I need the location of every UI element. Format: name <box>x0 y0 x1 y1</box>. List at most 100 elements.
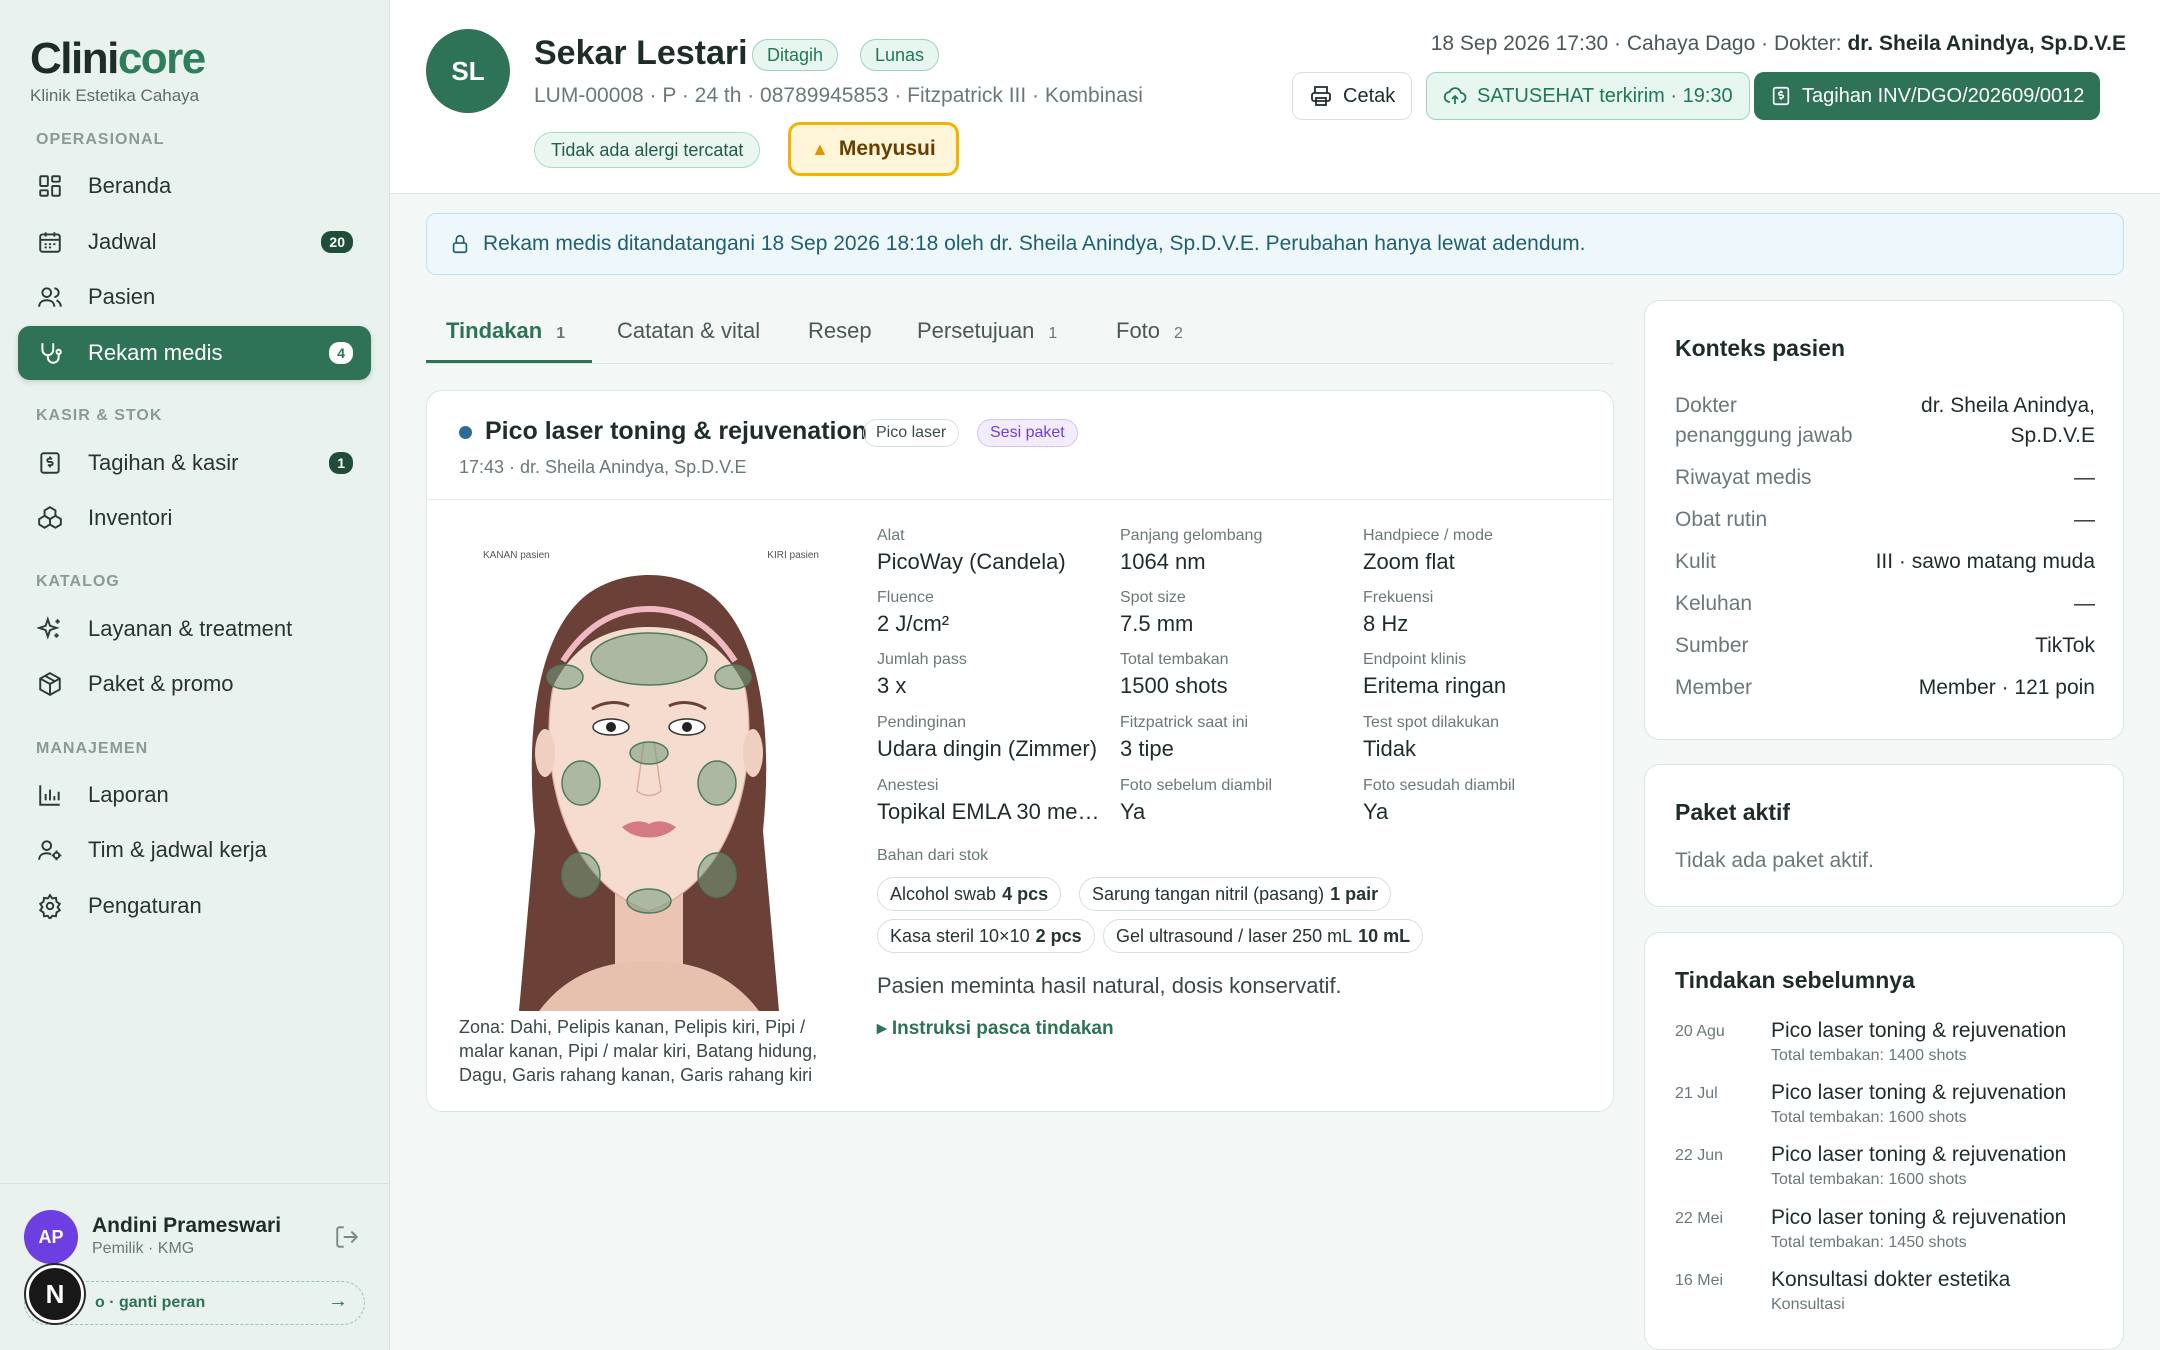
zone-batang-hidung <box>629 741 669 765</box>
sidebar: Clinicore Klinik Estetika Cahaya OPERASI… <box>0 0 390 1350</box>
zone-rahang-kanan <box>561 852 601 898</box>
sidebar-item-jadwal[interactable]: Jadwal 20 <box>18 215 371 269</box>
card-title: Tindakan sebelumnya <box>1675 967 1915 993</box>
param-fitzpatrick: Fitzpatrick saat ini 3 tipe <box>1120 714 1249 761</box>
param-alat: Alat PicoWay (Candela) <box>877 527 1066 574</box>
user-cog-icon <box>36 836 64 864</box>
sparkles-icon <box>36 615 64 643</box>
count-badge: 20 <box>321 231 353 253</box>
card-title: Konteks pasien <box>1675 335 1845 361</box>
user-name: Andini Prameswari <box>92 1214 282 1237</box>
sidebar-item-label: Beranda <box>88 173 172 198</box>
param-pendinginan: Pendinginan Udara dingin (Zimmer) <box>877 714 1098 761</box>
sidebar-item-label: Jadwal <box>88 229 157 254</box>
sidebar-item-label: Pengaturan <box>88 893 202 918</box>
active-tab-indicator <box>426 360 592 363</box>
print-button[interactable]: Cetak <box>1292 72 1413 120</box>
sidebar-item-layanan[interactable]: Layanan & treatment <box>18 602 371 656</box>
divider <box>427 499 1613 500</box>
brand-subtitle: Klinik Estetika Cahaya <box>30 86 200 105</box>
param-frekuensi: Frekuensi 8 Hz <box>1363 589 1434 636</box>
active-package-card: Paket aktif Tidak ada paket aktif. <box>1644 764 2124 907</box>
sidebar-item-inventori[interactable]: Inventori <box>18 491 371 545</box>
patient-header: SL Sekar Lestari Ditagih Lunas LUM-00008… <box>390 0 2160 194</box>
param-foto-sebelum: Foto sebelum diambil Ya <box>1120 777 1273 824</box>
param-endpoint: Endpoint klinis Eritema ringan <box>1363 651 1507 698</box>
lock-icon <box>449 233 483 255</box>
zone-pelipis-kanan <box>546 664 584 690</box>
allergy-badge: Tidak ada alergi tercatat <box>534 132 761 168</box>
post-treatment-instructions-toggle[interactable]: ▸ Instruksi pasca tindakan <box>877 1017 1114 1040</box>
section-label-operasional: OPERASIONAL <box>36 131 165 148</box>
overlay-n-button[interactable]: N <box>26 1265 84 1323</box>
sidebar-item-label: Inventori <box>88 505 173 530</box>
stock-chip: Alcohol swab 4 pcs <box>877 877 1062 911</box>
sidebar-item-label: Rekam medis <box>88 340 223 365</box>
stethoscope-icon <box>36 339 64 367</box>
sidebar-item-pengaturan[interactable]: Pengaturan <box>18 879 371 933</box>
dashboard-icon <box>36 172 64 200</box>
settings-icon <box>36 892 64 920</box>
previous-treatments-card: Tindakan sebelumnya 20 Agu Pico laser ton… <box>1644 932 2124 1350</box>
zone-rahang-kiri <box>697 852 737 898</box>
sidebar-item-tim[interactable]: Tim & jadwal kerja <box>18 823 371 877</box>
users-icon <box>36 283 64 311</box>
count-badge: 4 <box>329 342 353 364</box>
patient-context-card: Konteks pasien Dokter penanggung jawab dr… <box>1644 300 2124 740</box>
sidebar-item-label: Laporan <box>88 782 169 807</box>
sidebar-item-pasien[interactable]: Pasien <box>18 270 371 324</box>
bar-chart-icon <box>36 781 64 809</box>
sidebar-item-beranda[interactable]: Beranda <box>18 159 371 213</box>
section-label-kasir: KASIR & STOK <box>36 407 163 424</box>
receipt-icon <box>36 449 64 477</box>
treatment-note: Pasien meminta hasil natural, dosis kons… <box>877 973 1342 998</box>
logout-icon[interactable] <box>334 1224 360 1250</box>
sidebar-item-label: Pasien <box>88 284 156 309</box>
stock-chip: Gel ultrasound / laser 250 mL 10 mL <box>1103 919 1424 953</box>
treatment-card: Pico laser toning & rejuvenation Pico la… <box>426 390 1614 1112</box>
patient-meta: LUM-00008 · P · 24 th · 08789945853 · Fi… <box>534 84 1143 107</box>
record-tabs: Tindakan 1 Catatan & vital Resep Persetuj… <box>426 302 1614 364</box>
warning-icon: ▲ <box>811 138 829 159</box>
patient-avatar: SL <box>426 29 510 113</box>
tab-tindakan[interactable]: Tindakan 1 <box>446 318 565 344</box>
cloud-upload-icon <box>1443 84 1477 108</box>
context-row: Dokter penanggung jawab dr. Sheila Anindy… <box>1675 394 2095 447</box>
tab-catatan-vital[interactable]: Catatan & vital <box>617 318 760 344</box>
brand-logo[interactable]: Clinicore <box>30 34 206 84</box>
tab-persetujuan[interactable]: Persetujuan 1 <box>917 318 1057 344</box>
face-zone-diagram: KANAN pasien KIRI pasien <box>459 531 839 1011</box>
sidebar-item-paket[interactable]: Paket & promo <box>18 657 371 711</box>
empty-state: Tidak ada paket aktif. <box>1675 849 1874 872</box>
satusehat-status-button[interactable]: SATUSEHAT terkirim · 19:30 <box>1426 72 1750 120</box>
section-label-manajemen: MANAJEMEN <box>36 740 149 757</box>
treatment-title: Pico laser toning & rejuvenation <box>485 417 868 445</box>
alert-badge-menyusui[interactable]: ▲ Menyusui <box>788 122 959 176</box>
tab-foto[interactable]: Foto 2 <box>1116 318 1183 344</box>
receipt-icon <box>1770 85 1802 107</box>
param-test-spot: Test spot dilakukan Tidak <box>1363 714 1500 761</box>
stock-chip: Kasa steril 10×10 2 pcs <box>877 919 1095 953</box>
arrow-right-icon: → <box>328 1290 348 1312</box>
user-role: Pemilik · KMG <box>92 1240 195 1257</box>
invoice-button[interactable]: Tagihan INV/DGO/202609/0012 <box>1754 72 2101 120</box>
zone-pipi-kiri <box>697 760 737 806</box>
zone-list: Zona: Dahi, Pelipis kanan, Pelipis kiri,… <box>459 1017 818 1085</box>
sidebar-item-rekam-medis[interactable]: Rekam medis 4 <box>18 326 371 380</box>
sidebar-item-label: Tagihan & kasir <box>88 450 239 475</box>
sidebar-item-label: Paket & promo <box>88 671 234 696</box>
stock-chip: Sarung tangan nitril (pasang) 1 pair <box>1079 877 1392 911</box>
tag-pico-laser: Pico laser <box>863 419 960 447</box>
param-panjang-gelombang: Panjang gelombang 1064 nm <box>1120 527 1263 574</box>
section-label-katalog: KATALOG <box>36 573 120 590</box>
sidebar-item-laporan[interactable]: Laporan <box>18 768 371 822</box>
param-jumlah-pass: Jumlah pass 3 x <box>877 651 967 698</box>
signed-notice: Rekam medis ditandatangani 18 Sep 2026 1… <box>426 213 2124 275</box>
sidebar-item-tagihan[interactable]: Tagihan & kasir 1 <box>18 436 371 490</box>
avatar[interactable]: AP <box>24 1210 78 1264</box>
status-badge-ditagih: Ditagih <box>752 39 839 71</box>
package-icon <box>36 670 64 698</box>
status-badge-lunas: Lunas <box>860 39 940 71</box>
tab-resep[interactable]: Resep <box>808 318 872 344</box>
card-title: Paket aktif <box>1675 799 1791 825</box>
